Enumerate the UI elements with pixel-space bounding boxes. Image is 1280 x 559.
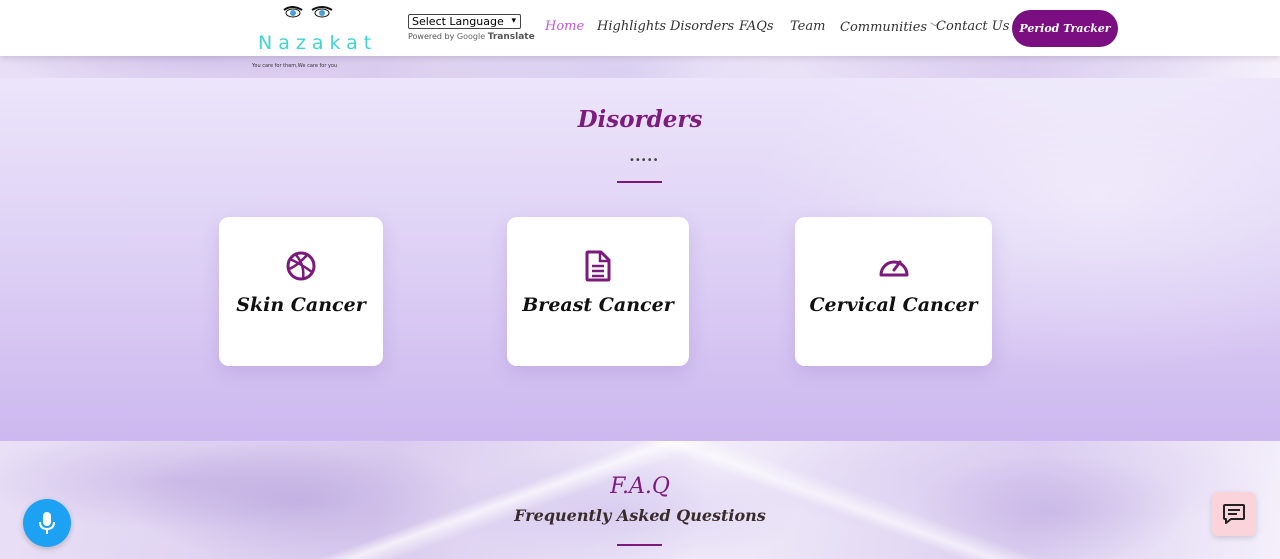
disorders-section: Disorders ••••• Skin Cancer Breast Cance…	[0, 78, 1280, 441]
period-tracker-button[interactable]: Period Tracker	[1012, 10, 1118, 47]
nav-faqs[interactable]: FAQs	[739, 19, 774, 34]
powered-by-label: Powered by	[408, 32, 455, 41]
card-label: Cervical Cancer	[809, 294, 978, 316]
site-logo[interactable]: Nazakat You care for them,We care for yo…	[250, 0, 380, 72]
nav-communities-label: Communities	[840, 20, 928, 35]
title-underline	[617, 181, 662, 183]
nav-team[interactable]: Team	[790, 19, 825, 34]
navbar: Nazakat You care for them,We care for yo…	[0, 0, 1280, 69]
faq-subtitle: Frequently Asked Questions	[514, 506, 766, 525]
eyes-logo-icon	[283, 6, 333, 18]
document-icon	[585, 250, 611, 282]
speedometer-icon	[879, 260, 908, 277]
faq-background	[0, 441, 1280, 559]
logo-text: Nazakat	[258, 32, 378, 54]
chat-button[interactable]	[1212, 492, 1256, 536]
faq-title: F.A.Q	[610, 474, 670, 499]
disorder-card-breast-cancer[interactable]: Breast Cancer	[507, 217, 689, 366]
faq-underline	[617, 544, 662, 546]
language-select[interactable]: Select Language ▾	[408, 14, 521, 29]
card-label: Breast Cancer	[522, 294, 674, 316]
google-translate: Select Language ▾ Powered by Google Tran…	[408, 14, 535, 42]
nav-disorders[interactable]: Disorders	[670, 19, 734, 34]
nav-highlights[interactable]: Highlights	[597, 19, 666, 34]
basketball-icon	[286, 251, 316, 281]
nav-contact-us[interactable]: Contact Us	[936, 19, 1009, 34]
translate-link[interactable]: Translate	[488, 32, 535, 42]
chat-icon	[1223, 504, 1245, 524]
voice-assistant-button[interactable]	[23, 499, 71, 547]
disorder-card-cervical-cancer[interactable]: Cervical Cancer	[795, 217, 992, 366]
nav-communities[interactable]: Communities ﹀	[840, 19, 940, 35]
google-label: Google	[456, 32, 486, 41]
chevron-down-icon: ▾	[511, 16, 516, 26]
nav-home[interactable]: Home	[545, 19, 584, 34]
card-label: Skin Cancer	[236, 294, 366, 316]
section-title: Disorders	[577, 106, 703, 133]
title-dots: •••••	[629, 155, 659, 166]
microphone-icon	[39, 512, 55, 534]
language-select-value: Select Language	[412, 15, 504, 28]
powered-by: Powered by Google Translate	[408, 32, 535, 42]
disorder-card-skin-cancer[interactable]: Skin Cancer	[219, 217, 383, 366]
logo-tagline: You care for them,We care for you	[252, 63, 338, 69]
